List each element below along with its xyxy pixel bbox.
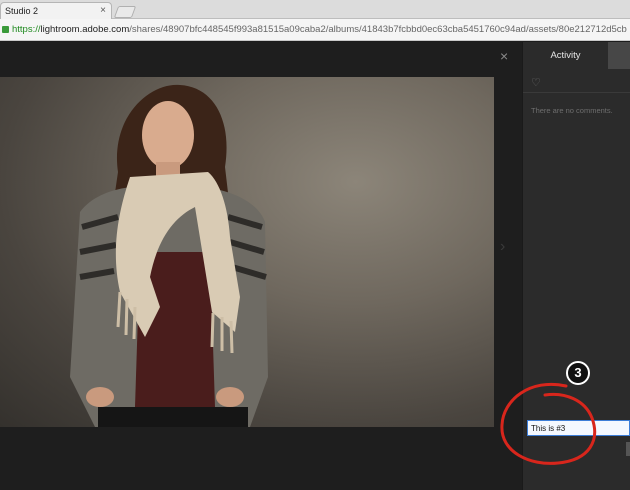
next-photo-chevron-icon[interactable]: › bbox=[500, 238, 505, 256]
url-scheme: https:// bbox=[12, 24, 41, 35]
browser-tab-bar: Studio 2 × bbox=[0, 0, 630, 19]
browser-tab-title: Studio 2 bbox=[5, 6, 39, 16]
step-number-badge: 3 bbox=[566, 361, 590, 385]
photo bbox=[0, 77, 494, 427]
url-host: lightroom.adobe.com bbox=[40, 24, 130, 35]
photo-illustration bbox=[70, 84, 268, 427]
address-bar[interactable]: https://lightroom.adobe.com/shares/48907… bbox=[0, 19, 630, 41]
divider bbox=[523, 92, 630, 93]
close-icon[interactable]: × bbox=[500, 48, 508, 64]
tab-info[interactable] bbox=[608, 42, 630, 69]
heart-icon[interactable]: ♡ bbox=[531, 76, 541, 89]
photo-viewer: × › bbox=[0, 42, 522, 490]
tab-activity[interactable]: Activity bbox=[523, 42, 608, 69]
url-text[interactable]: https://lightroom.adobe.com/shares/48907… bbox=[12, 24, 627, 35]
comment-input[interactable] bbox=[527, 420, 630, 436]
browser-tab[interactable]: Studio 2 × bbox=[0, 2, 112, 19]
url-path: /shares/48907bfc448545f993a81515a09caba2… bbox=[129, 24, 627, 35]
lock-icon bbox=[2, 26, 9, 33]
new-tab-button[interactable] bbox=[113, 6, 137, 18]
post-comment-button[interactable] bbox=[626, 442, 630, 456]
no-comments-text: There are no comments. bbox=[531, 106, 613, 115]
close-tab-icon[interactable]: × bbox=[100, 5, 106, 16]
